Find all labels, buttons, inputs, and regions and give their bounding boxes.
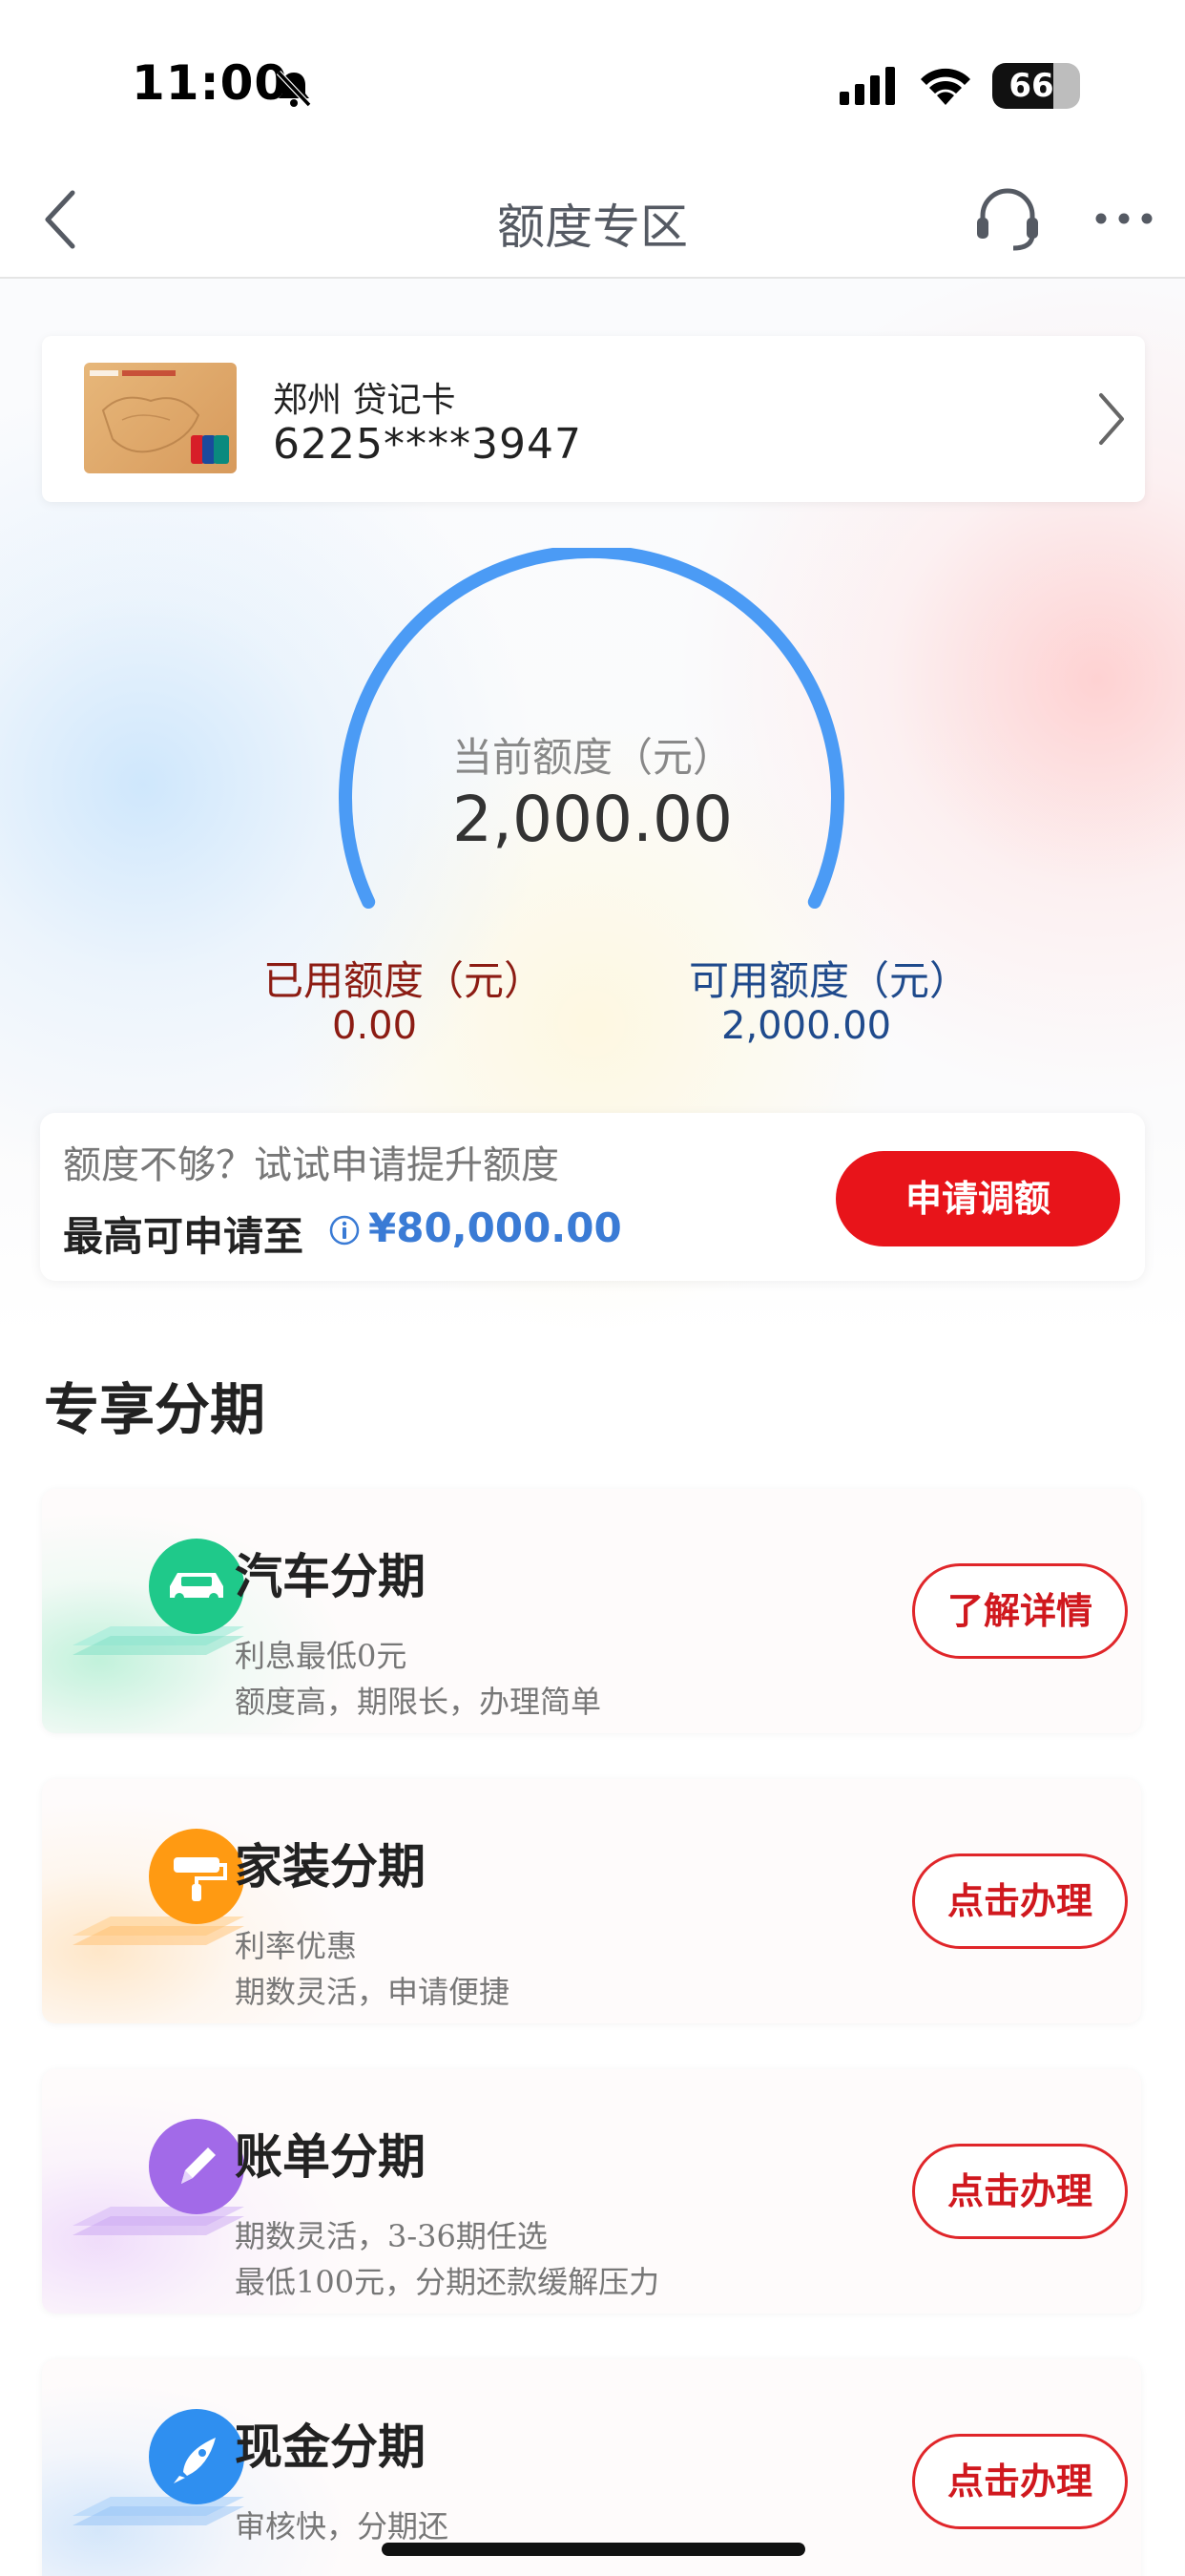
item-description: 期数灵活，申请便捷 [235,1974,510,2010]
raise-quota-question: 额度不够？试试申请提升额度 [63,1143,559,1187]
used-quota-value: 0.00 [332,1004,418,1048]
item-title: 账单分期 [235,2129,426,2185]
max-apply-amount: ¥80,000.00 [368,1204,622,1251]
used-quota-label: 已用额度（元） [263,957,545,1004]
car-icon [73,1539,244,1655]
current-quota-value: 2,000.00 [452,783,733,856]
paint-roller-icon [73,1829,244,1945]
current-quota-label: 当前额度（元） [451,734,733,781]
item-subtitle: 利率优惠 [235,1928,358,1964]
customer-service-icon[interactable] [969,181,1046,258]
max-apply-label: 最高可申请至 [63,1213,304,1260]
battery-level: 66 [1008,67,1054,105]
item-description: 最低100元，分期还款缓解压力 [235,2264,660,2300]
card-name: 郑州 贷记卡 [273,381,456,420]
apply-now-button[interactable]: 点击办理 [912,2144,1128,2239]
nav-bar: 额度专区 [0,162,1185,279]
installment-item-bill[interactable]: 账单分期 期数灵活，3-36期任选 最低100元，分期还款缓解压力 点击办理 [42,2069,1141,2314]
installment-item-home[interactable]: 家装分期 利率优惠 期数灵活，申请便捷 点击办理 [42,1779,1141,2023]
card-image [84,363,237,473]
info-icon[interactable] [328,1214,361,1246]
apply-now-button[interactable]: 点击办理 [912,1853,1128,1949]
battery-indicator: 66 [992,63,1080,109]
item-subtitle: 利息最低0元 [235,1638,407,1674]
signal-icon [840,67,895,105]
chevron-right-icon [1099,393,1124,445]
rocket-icon [73,2409,244,2525]
home-indicator [382,2543,805,2556]
card-number: 6225****3947 [273,420,582,469]
item-title: 汽车分期 [235,1549,426,1604]
available-quota-label: 可用额度（元） [689,957,970,1004]
section-title: 专享分期 [44,1377,266,1442]
item-subtitle: 期数灵活，3-36期任选 [235,2218,548,2254]
bell-muted-icon [276,70,312,108]
card-selector[interactable]: 郑州 贷记卡 6225****3947 [42,336,1145,502]
apply-now-button[interactable]: 点击办理 [912,2434,1128,2529]
wifi-icon [921,68,970,105]
item-subtitle: 审核快，分期还 [235,2508,449,2545]
apply-adjust-quota-button[interactable]: 申请调额 [836,1151,1120,1246]
item-title: 家装分期 [235,1839,426,1895]
item-title: 现金分期 [235,2419,426,2475]
unionpay-logo-icon [191,435,229,464]
learn-more-button[interactable]: 了解详情 [912,1563,1128,1659]
status-time: 11:00 [132,55,289,111]
more-options-icon[interactable] [1093,204,1154,233]
raise-quota-card: 额度不够？试试申请提升额度 最高可申请至 ¥80,000.00 申请调额 [40,1113,1145,1281]
status-bar: 11:00 66 [0,0,1185,162]
pencil-icon [73,2119,244,2235]
available-quota-value: 2,000.00 [721,1004,892,1048]
item-description: 额度高，期限长，办理简单 [235,1684,602,1720]
installment-item-car[interactable]: 汽车分期 利息最低0元 额度高，期限长，办理简单 了解详情 [42,1489,1141,1733]
